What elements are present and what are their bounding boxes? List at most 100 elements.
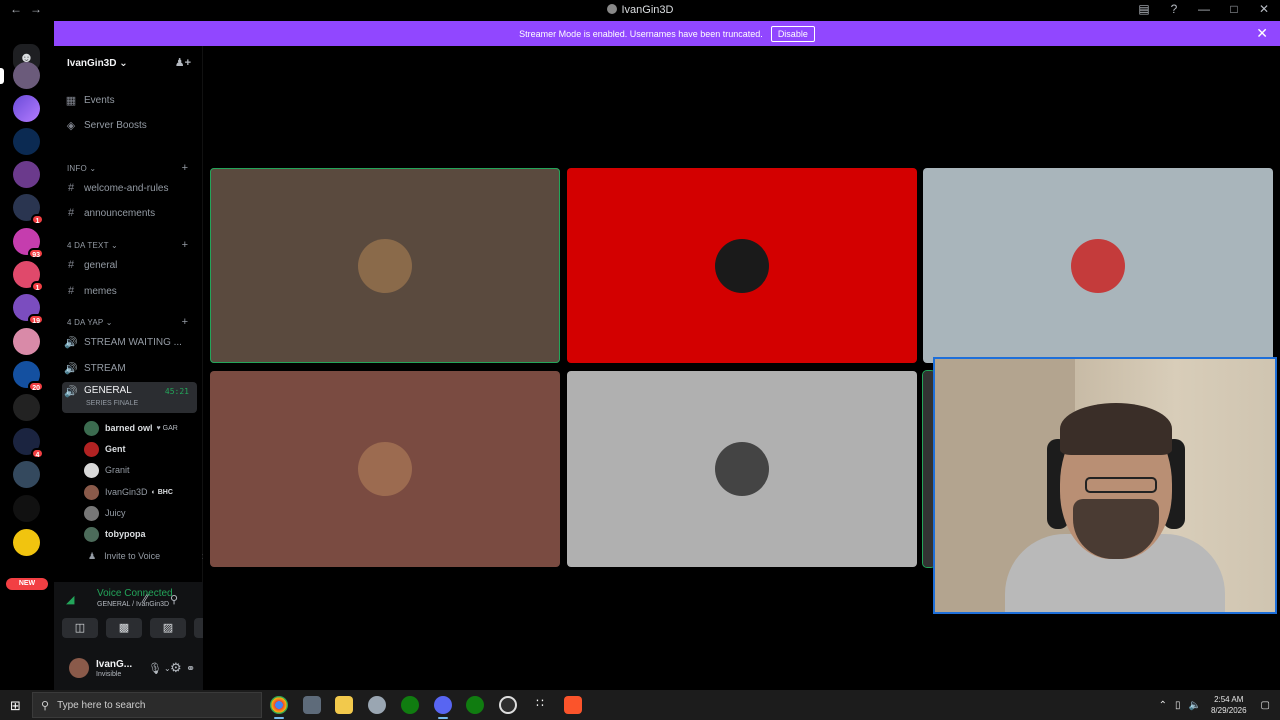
- server-icon-11[interactable]: [13, 394, 40, 421]
- disable-button[interactable]: Disable: [770, 25, 815, 42]
- boost-icon: ◈: [66, 119, 76, 132]
- taskbar-search[interactable]: ⚲ Type here to search: [32, 692, 262, 718]
- app-icon: [606, 4, 617, 14]
- participant-tile[interactable]: [210, 371, 560, 567]
- notifications-icon[interactable]: ▢: [1261, 700, 1270, 711]
- webcam-overlay[interactable]: [933, 357, 1277, 614]
- participant-avatar: [715, 442, 769, 496]
- server-icon-6[interactable]: 93: [13, 228, 44, 259]
- headphones-icon[interactable]: ⚭: [186, 662, 195, 675]
- unread-badge: 4: [31, 448, 44, 459]
- windows-taskbar: ⊞ ⚲ Type here to search ∷ ⌃ ▯ 🔈 2:54 AM 8/…: [0, 690, 1280, 720]
- voice-user[interactable]: IvanGin3D ◐ BHC: [84, 482, 173, 502]
- xbox-icon[interactable]: [401, 696, 419, 714]
- create-channel-icon[interactable]: +: [182, 239, 188, 251]
- server-icon-12[interactable]: 4: [13, 428, 44, 459]
- participant-avatar: [715, 238, 769, 293]
- clock[interactable]: 2:54 AM 8/29/2026: [1211, 694, 1247, 716]
- apps-icon[interactable]: ∷: [531, 696, 549, 714]
- server-icon-14[interactable]: [13, 495, 40, 522]
- channel-general[interactable]: # general: [62, 255, 197, 275]
- file-explorer-icon[interactable]: [335, 696, 353, 714]
- voice-channel-stream[interactable]: 🔊 STREAM: [62, 358, 197, 378]
- sidebar-item-events[interactable]: ▦ Events: [62, 90, 197, 110]
- voice-connected-label[interactable]: Voice Connected: [97, 588, 173, 599]
- banner-text: Streamer Mode is enabled. Usernames have…: [519, 28, 763, 39]
- chrome-icon[interactable]: [270, 696, 288, 719]
- server-name: IvanGin3D: [67, 57, 117, 69]
- server-icon-13[interactable]: [13, 461, 40, 488]
- settings-gear-icon[interactable]: ⚙: [170, 660, 182, 676]
- user-name: Granit: [105, 465, 130, 475]
- chevron-up-icon[interactable]: ⌃: [1159, 700, 1167, 711]
- server-icon-8[interactable]: 19: [13, 294, 44, 325]
- server-icon-4[interactable]: [13, 161, 40, 188]
- participant-tile[interactable]: [567, 168, 917, 363]
- voice-user[interactable]: Juicy: [84, 503, 126, 523]
- create-channel-icon[interactable]: +: [182, 162, 188, 174]
- hash-icon: #: [67, 182, 75, 194]
- voice-user[interactable]: barned owl ♥ GAR: [84, 418, 178, 438]
- invite-to-voice[interactable]: ♟Invite to Voice›: [88, 546, 205, 566]
- user-name: tobypopa: [105, 529, 146, 539]
- user-name: Juicy: [105, 508, 126, 518]
- signal-icon[interactable]: ◢: [66, 593, 74, 606]
- minimize-button[interactable]: —: [1196, 2, 1212, 16]
- voice-user[interactable]: tobypopa: [84, 524, 146, 544]
- volume-icon[interactable]: 🔈: [1189, 700, 1201, 711]
- server-icon-15[interactable]: [13, 529, 40, 556]
- server-icon-3[interactable]: [13, 128, 40, 155]
- voice-user[interactable]: Granit: [84, 460, 130, 480]
- server-icon-1[interactable]: [0, 62, 40, 89]
- sidebar-item-server-boosts[interactable]: ◈ Server Boosts: [62, 115, 197, 135]
- category-4-da-yap[interactable]: 4 DA YAP ⌄: [67, 318, 113, 327]
- voice-channel-general-active[interactable]: 🔊 GENERAL 45:21 SERIES FINALE: [62, 382, 197, 413]
- time: 2:54 AM: [1214, 695, 1244, 704]
- activities-button[interactable]: ▨: [150, 618, 186, 638]
- battery-icon[interactable]: ▯: [1175, 700, 1181, 711]
- server-icon-5[interactable]: 1: [13, 194, 44, 225]
- category-info[interactable]: INFO ⌄: [67, 164, 96, 173]
- camera-off-button[interactable]: ◫: [62, 618, 98, 638]
- voice-timer: 45:21: [164, 387, 189, 396]
- inbox-icon[interactable]: ▤: [1136, 2, 1152, 16]
- voice-channel-stream-waiting[interactable]: 🔊 STREAM WAITING ...: [62, 332, 197, 352]
- window-title: IvanGin3D: [0, 4, 1280, 16]
- participant-tile[interactable]: [567, 371, 917, 567]
- server-icon-10[interactable]: 20: [13, 361, 44, 392]
- screen-share-button[interactable]: ▩: [106, 618, 142, 638]
- xbox-app-icon[interactable]: [466, 696, 484, 714]
- server-header[interactable]: IvanGin3D ⌄ ♟+: [54, 46, 203, 80]
- windows-start-icon[interactable]: ⊞: [10, 698, 21, 714]
- invite-people-icon[interactable]: ♟+: [175, 56, 191, 69]
- channel-welcome-and-rules[interactable]: # welcome-and-rules: [62, 178, 197, 198]
- noise-suppression-icon[interactable]: ∕∕: [144, 593, 148, 605]
- maximize-button[interactable]: □: [1226, 2, 1242, 16]
- calculator-icon[interactable]: [303, 696, 321, 714]
- disconnect-icon[interactable]: ⚲: [170, 593, 178, 606]
- obs-icon[interactable]: [499, 696, 517, 714]
- create-channel-icon[interactable]: +: [182, 316, 188, 328]
- microphone-icon[interactable]: 🎙: [148, 662, 162, 675]
- voice-user[interactable]: Gent: [84, 439, 126, 459]
- participant-tile[interactable]: [923, 168, 1273, 363]
- discord-icon[interactable]: [434, 696, 452, 719]
- app-icon[interactable]: [368, 696, 386, 714]
- avatar: [84, 484, 99, 500]
- avatar: [84, 505, 99, 521]
- help-icon[interactable]: ?: [1166, 2, 1182, 16]
- banner-close-icon[interactable]: ✕: [1256, 25, 1268, 42]
- channel-announcements[interactable]: # announcements: [62, 203, 197, 223]
- brave-icon[interactable]: [564, 696, 582, 714]
- participant-tile[interactable]: [210, 168, 560, 363]
- server-icon-9[interactable]: [13, 328, 40, 355]
- close-button[interactable]: ✕: [1256, 2, 1272, 16]
- chevron-down-icon: ⌄: [119, 57, 128, 69]
- server-icon-7[interactable]: 1: [13, 261, 44, 292]
- category-4-da-text[interactable]: 4 DA TEXT ⌄: [67, 241, 118, 250]
- channel-memes[interactable]: # memes: [62, 281, 197, 301]
- streamer-mode-banner: Streamer Mode is enabled. Usernames have…: [54, 21, 1280, 46]
- channel-label: STREAM WAITING ...: [84, 336, 182, 348]
- unread-badge: 93: [28, 248, 44, 259]
- server-icon-2[interactable]: [13, 95, 40, 122]
